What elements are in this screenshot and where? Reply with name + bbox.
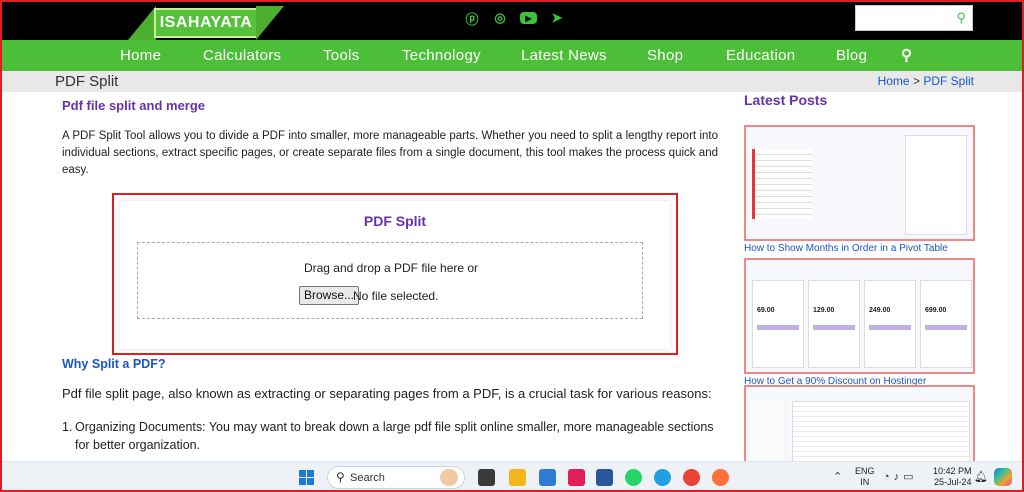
language-code: ENG [855,466,875,476]
clock[interactable]: 10:42 PM 25-Jul-24 [933,466,972,488]
nav-item-technology[interactable]: Technology [402,47,481,64]
article-heading: Pdf file split and merge [62,98,206,113]
breadcrumb: Home > PDF Split [878,74,974,88]
post-thumbnail[interactable] [744,125,975,241]
nav-item-latest-news[interactable]: Latest News [521,47,607,64]
windows-taskbar: ⚲ Search ⌃ ENG IN ◔♪▭ 10:42 PM 25-Jul-24… [2,461,1022,490]
edge-icon[interactable] [654,469,671,486]
taskbar-search-input[interactable]: ⚲ Search [327,466,465,489]
code-editor-preview [792,401,970,463]
plan-button [813,325,855,330]
search-icon[interactable]: ⚲ [956,10,966,26]
why-paragraph: Pdf file split page, also known as extra… [62,386,712,401]
nav-search-icon[interactable]: ⚲ [901,46,912,64]
plan-button [869,325,911,330]
whatsapp-icon[interactable] [625,469,642,486]
pricing-plans-preview: 69.00 129.00 249.00 699.00 [752,280,972,368]
telegram-icon[interactable]: ➤ [549,10,565,26]
slack-icon[interactable] [568,469,585,486]
file-status: No file selected. [353,289,439,303]
browse-button[interactable]: Browse... [299,286,360,305]
main-nav: Home Calculators Tools Technology Latest… [2,40,1022,71]
tool-title: PDF Split [363,213,427,229]
plan-card: 129.00 [808,280,860,368]
nav-item-education[interactable]: Education [726,47,795,64]
windows-start-icon[interactable] [299,470,314,485]
region-code: IN [860,477,870,487]
pivot-panel-preview [905,135,967,235]
instagram-icon[interactable]: ◎ [492,10,508,26]
post-thumbnail[interactable]: 69.00 129.00 249.00 699.00 [744,258,975,374]
list-item: 1. Organizing Documents: You may want to… [62,418,722,454]
page-title-bar: PDF Split Home > PDF Split [2,71,1022,92]
plan-price: 129.00 [813,307,835,314]
plan-price: 249.00 [869,307,891,314]
plan-card: 69.00 [752,280,804,368]
logo-right-shape [256,6,284,40]
chevron-up-icon[interactable]: ⌃ [833,470,842,483]
plan-button [925,325,967,330]
post-thumbnail[interactable] [744,385,975,465]
nav-item-home[interactable]: Home [120,47,161,64]
file-explorer-icon[interactable] [509,469,526,486]
firefox-icon[interactable] [712,469,729,486]
nav-item-calculators[interactable]: Calculators [203,47,281,64]
search-highlight-icon [440,469,458,486]
nav-item-tools[interactable]: Tools [323,47,360,64]
youtube-icon[interactable]: ▶ [520,12,537,24]
meet-icon[interactable] [539,469,556,486]
list-text: Organizing Documents: You may want to br… [75,420,714,452]
spreadsheet-preview [752,149,812,219]
taskbar-search-label: Search [350,472,385,484]
store-icon[interactable] [596,469,613,486]
editor-sidebar-preview [750,401,786,463]
nav-item-shop[interactable]: Shop [647,47,683,64]
task-view-icon[interactable] [478,469,495,486]
page-title: PDF Split [55,73,119,90]
plan-price: 699.00 [925,307,947,314]
dropzone-text: Drag and drop a PDF file here or [303,261,479,275]
post-card-pivot[interactable]: How to Show Months in Order in a Pivot T… [744,125,975,254]
plan-card: 249.00 [864,280,916,368]
site-logo[interactable]: ISAHAYATA [128,6,284,40]
pdf-split-tool-highlight: PDF Split Drag and drop a PDF file here … [112,193,678,355]
logo-text: ISAHAYATA [154,8,258,38]
browser-frame: ISAHAYATA ⓟ ◎ ▶ ➤ ⚲ Home Calculators Too… [0,0,1024,492]
why-heading: Why Split a PDF? [62,357,166,371]
plan-button [757,325,799,330]
language-indicator[interactable]: ENG IN [855,466,875,488]
header-search-input[interactable]: ⚲ [855,5,973,31]
post-card-hostinger[interactable]: 69.00 129.00 249.00 699.00 How to Get a … [744,258,975,387]
copilot-icon[interactable] [994,468,1012,486]
chrome-icon[interactable] [683,469,700,486]
latest-posts-heading: Latest Posts [744,92,828,108]
nav-item-blog[interactable]: Blog [836,47,867,64]
breadcrumb-home-link[interactable]: Home [878,74,910,88]
post-card-code[interactable] [744,385,975,465]
main-content: Pdf file split and merge A PDF Split Too… [62,98,718,176]
notification-bell-icon[interactable]: 🔔︎ [974,470,988,483]
plan-card: 699.00 [920,280,972,368]
post-title-link[interactable]: How to Show Months in Order in a Pivot T… [744,243,975,254]
social-links: ⓟ ◎ ▶ ➤ [464,10,565,27]
pdf-split-tool: PDF Split Drag and drop a PDF file here … [120,201,670,349]
system-tray-icons[interactable]: ◔♪▭ [883,470,918,483]
breadcrumb-current-link[interactable]: PDF Split [923,74,974,88]
pinterest-icon[interactable]: ⓟ [464,10,480,27]
clock-date: 25-Jul-24 [934,477,972,487]
breadcrumb-separator: > [912,74,920,88]
intro-paragraph: A PDF Split Tool allows you to divide a … [62,130,718,176]
search-icon: ⚲ [336,470,345,484]
logo-left-shape [128,6,156,40]
pdf-dropzone[interactable]: Drag and drop a PDF file here or Browse.… [137,242,643,319]
clock-time: 10:42 PM [933,466,972,476]
list-number: 1. [62,420,73,434]
top-bar: ISAHAYATA ⓟ ◎ ▶ ➤ ⚲ [2,2,1022,40]
plan-price: 69.00 [757,307,775,314]
